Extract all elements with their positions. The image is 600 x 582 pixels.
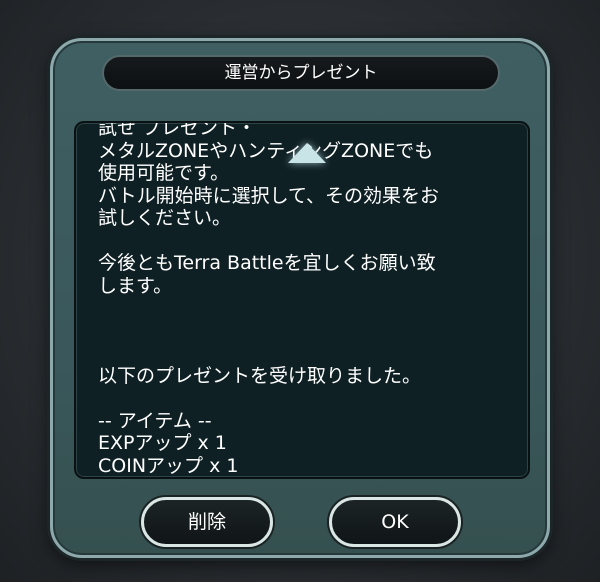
present-dialog: 運営からプレゼント 試せ ブレゼント・ メタルZONEやハンティングZONEでも… <box>50 38 550 558</box>
ok-button[interactable]: OK <box>329 497 461 547</box>
scroll-up-arrow-icon[interactable] <box>288 143 326 163</box>
dialog-title: 運営からプレゼント <box>102 55 500 91</box>
message-panel[interactable]: 試せ ブレゼント・ メタルZONEやハンティングZONEでも 使用可能です。 バ… <box>74 121 530 479</box>
message-text: 試せ ブレゼント・ メタルZONEやハンティングZONEでも 使用可能です。 バ… <box>98 121 440 477</box>
delete-button[interactable]: 削除 <box>141 497 273 547</box>
